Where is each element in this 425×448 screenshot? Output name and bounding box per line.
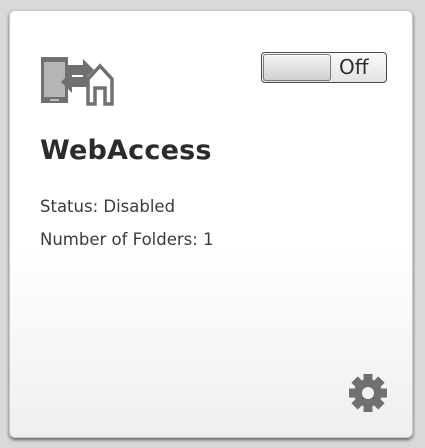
toggle-knob[interactable] (263, 54, 331, 81)
on-off-toggle[interactable]: Off (261, 52, 387, 84)
folder-count-text: Number of Folders: 1 (40, 230, 214, 249)
gear-icon[interactable] (348, 373, 388, 413)
toggle-state-label: Off (339, 55, 369, 79)
status-text: Status: Disabled (40, 197, 176, 216)
webaccess-icon (41, 57, 114, 106)
app-title: WebAccess (40, 135, 212, 166)
webaccess-card: Off WebAccess Status: Disabled Number of… (9, 10, 413, 438)
